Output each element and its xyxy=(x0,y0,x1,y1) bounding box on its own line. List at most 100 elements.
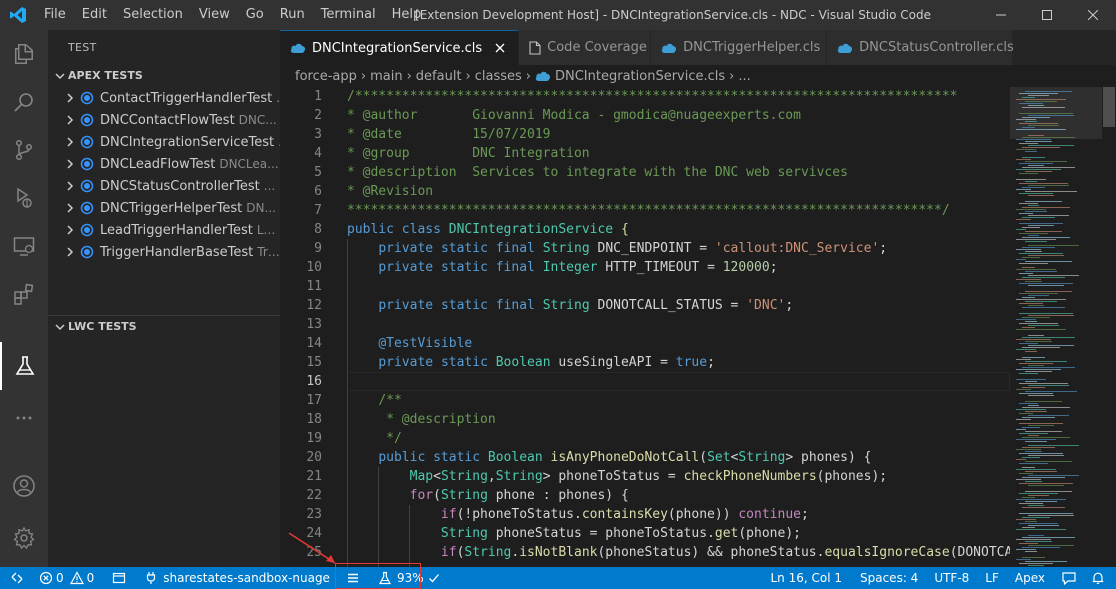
code-line[interactable]: 6 * @Revision xyxy=(280,182,1010,201)
code-line[interactable]: 3 * @date 15/07/2019 xyxy=(280,125,1010,144)
title-bar: File Edit Selection View Go Run Terminal… xyxy=(0,0,1116,30)
code-line[interactable]: 10 private static final Integer HTTP_TIM… xyxy=(280,258,1010,277)
problems-status[interactable]: 0 0 xyxy=(34,567,99,589)
encoding-status[interactable]: UTF-8 xyxy=(929,567,974,589)
code-line[interactable]: 12 private static final String DONOTCALL… xyxy=(280,296,1010,315)
tree-item-dncstatuscontrollertest[interactable]: DNCStatusControllerTest ... xyxy=(48,175,280,197)
minimap-line xyxy=(1025,151,1037,152)
menu-view[interactable]: View xyxy=(191,0,238,30)
breadcrumb-item[interactable]: DNCIntegrationService.cls xyxy=(555,69,725,84)
testing-icon[interactable] xyxy=(0,342,48,390)
vertical-scrollbar[interactable] xyxy=(1102,87,1116,567)
minimap-line xyxy=(1025,411,1047,412)
menu-help[interactable]: Help xyxy=(384,0,430,30)
minimap-line xyxy=(1025,291,1072,292)
code-line[interactable]: 1 /**************************************… xyxy=(280,87,1010,106)
remote-explorer-icon[interactable] xyxy=(0,222,48,270)
line-number: 2 xyxy=(314,108,322,123)
source-control-icon[interactable] xyxy=(0,126,48,174)
code-line[interactable]: 7 ***************************************… xyxy=(280,201,1010,220)
minimap-line xyxy=(1025,371,1052,372)
language-mode[interactable]: Apex xyxy=(1010,567,1050,589)
code-line[interactable]: 23 if(!phoneToStatus.containsKey(phone))… xyxy=(280,505,1010,524)
breadcrumb-item[interactable]: classes xyxy=(475,69,522,84)
code-line[interactable]: 16 xyxy=(280,372,1010,391)
run-debug-icon[interactable] xyxy=(0,174,48,222)
remote-icon[interactable] xyxy=(0,567,34,589)
code-line[interactable]: 2 * @author Giovanni Modica - gmodica@nua… xyxy=(280,106,1010,125)
tree-item-triggerhandlerbasetest[interactable]: TriggerHandlerBaseTest Tri... xyxy=(48,241,280,263)
tree-item-leadtriggerhandlertest[interactable]: LeadTriggerHandlerTest Le... xyxy=(48,219,280,241)
tree-item-dnctriggerhelpertest[interactable]: DNCTriggerHelperTest DN... xyxy=(48,197,280,219)
annotation-highlight xyxy=(335,563,421,589)
minimap-line xyxy=(1028,105,1044,106)
code-line[interactable]: 11 xyxy=(280,277,1010,296)
minimap-line xyxy=(1016,389,1031,390)
menu-file[interactable]: File xyxy=(36,0,74,30)
search-icon[interactable] xyxy=(0,78,48,126)
maximize-button[interactable] xyxy=(1024,0,1070,30)
tab-dnctriggerhelper[interactable]: DNCTriggerHelper.cls xyxy=(651,30,828,65)
account-icon[interactable] xyxy=(0,462,48,510)
window-layout-icon[interactable] xyxy=(107,567,131,589)
tab-code-coverage[interactable]: Code Coverage xyxy=(519,30,652,65)
code-line[interactable]: 25 if(String.isNotBlank(phoneStatus) && … xyxy=(280,543,1010,562)
code-line[interactable]: 5 * @description Services to integrate wi… xyxy=(280,163,1010,182)
code-line[interactable]: 13 xyxy=(280,315,1010,334)
code-line[interactable]: 9 private static final String DNC_ENDPOI… xyxy=(280,239,1010,258)
breadcrumb-item[interactable]: ... xyxy=(738,69,750,84)
tab-dncintegrationservice[interactable]: DNCIntegrationService.cls xyxy=(280,30,520,65)
close-tab-icon[interactable] xyxy=(492,40,508,56)
close-window-button[interactable] xyxy=(1070,0,1116,30)
code-line[interactable]: 20 public static Boolean isAnyPhoneDoNot… xyxy=(280,448,1010,467)
explorer-icon[interactable] xyxy=(0,30,48,78)
minimap-line xyxy=(1016,299,1066,300)
code-line[interactable]: 24 String phoneStatus = phoneToStatus.ge… xyxy=(280,524,1010,543)
lwc-tests-section-header[interactable]: LWC TESTS xyxy=(48,315,280,337)
notifications-icon[interactable] xyxy=(1086,567,1110,589)
code-line[interactable]: 14 @TestVisible xyxy=(280,334,1010,353)
menu-go[interactable]: Go xyxy=(238,0,272,30)
tree-item-dncleadflowtest[interactable]: DNCLeadFlowTest DNCLea... xyxy=(48,153,280,175)
extensions-icon[interactable] xyxy=(0,270,48,318)
code-line[interactable]: 19 */ xyxy=(280,429,1010,448)
feedback-icon[interactable] xyxy=(1056,567,1082,589)
minimap-line xyxy=(1016,449,1041,450)
indentation-status[interactable]: Spaces: 4 xyxy=(855,567,923,589)
eol-status[interactable]: LF xyxy=(980,567,1004,589)
tree-item-dncintegrationservicetest[interactable]: DNCIntegrationServiceTest ... xyxy=(48,131,280,153)
cursor-position[interactable]: Ln 16, Col 1 xyxy=(765,567,847,589)
settings-gear-icon[interactable] xyxy=(0,514,48,562)
code-line[interactable]: 21 Map<String,String> phoneToStatus = ch… xyxy=(280,467,1010,486)
minimize-button[interactable] xyxy=(978,0,1024,30)
code-line[interactable]: 15 private static Boolean useSingleAPI =… xyxy=(280,353,1010,372)
code-line[interactable]: 8 public class DNCIntegrationService { xyxy=(280,220,1010,239)
minimap[interactable] xyxy=(1010,87,1102,567)
menu-selection[interactable]: Selection xyxy=(115,0,191,30)
code-line[interactable]: 22 for(String phone : phones) { xyxy=(280,486,1010,505)
scrollbar-thumb[interactable] xyxy=(1103,87,1115,127)
breadcrumb-item[interactable]: main xyxy=(370,69,402,84)
code-line[interactable]: 17 /** xyxy=(280,391,1010,410)
menu-run[interactable]: Run xyxy=(272,0,313,30)
minimap-line xyxy=(1025,301,1057,302)
menu-terminal[interactable]: Terminal xyxy=(313,0,384,30)
code-line[interactable]: 4 * @group DNC Integration xyxy=(280,144,1010,163)
minimap-line xyxy=(1022,337,1075,338)
menu-edit[interactable]: Edit xyxy=(74,0,115,30)
minimap-line xyxy=(1028,255,1064,256)
code-line[interactable]: 18 * @description xyxy=(280,410,1010,429)
code-editor[interactable]: 1/**************************************… xyxy=(280,87,1010,567)
minimap-line xyxy=(1025,441,1047,442)
apex-tests-section-header[interactable]: APEX TESTS xyxy=(48,65,280,87)
tab-dncstatuscontroller[interactable]: DNCStatusController.cls xyxy=(827,30,1014,65)
tree-item-dnccontactflowtest[interactable]: DNCContactFlowTest DNC... xyxy=(48,109,280,131)
vscode-window: File Edit Selection View Go Run Terminal… xyxy=(0,0,1116,589)
code-token: static xyxy=(440,241,488,256)
org-status[interactable]: sharestates-sandbox-nuage xyxy=(139,567,335,589)
breadcrumb-item[interactable]: force-app xyxy=(295,69,357,84)
more-icon[interactable] xyxy=(0,394,48,442)
tree-item-contacttriggerhandlertest[interactable]: ContactTriggerHandlerTest ... xyxy=(48,87,280,109)
breadcrumb-item[interactable]: default xyxy=(416,69,462,84)
code-token: * @description Services to integrate wit… xyxy=(347,165,848,180)
